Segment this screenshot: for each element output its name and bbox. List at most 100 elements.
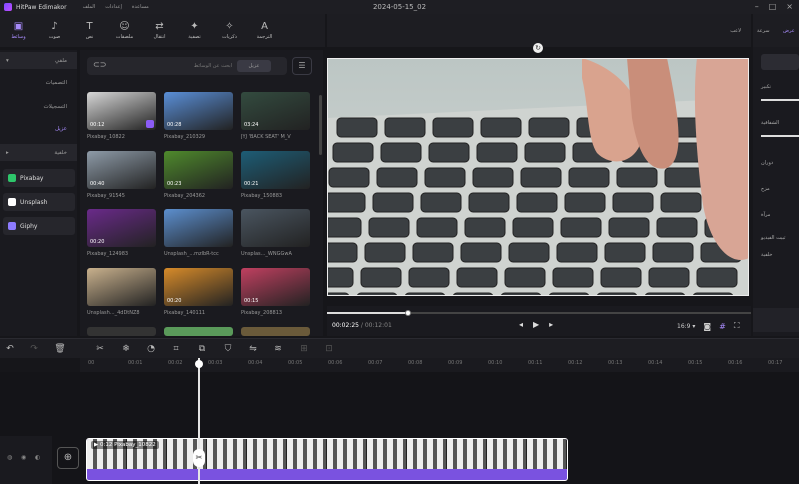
media-thumbnail[interactable]: [87, 268, 156, 306]
group-icon[interactable]: ⊞: [298, 343, 310, 355]
split-marker-icon[interactable]: ✂: [193, 449, 205, 467]
sidebar-item-3[interactable]: عزيل: [0, 120, 77, 137]
thumb-label: Unsplash..._4dDtNZ8: [87, 310, 140, 316]
search-button[interactable]: عزيل: [237, 60, 271, 72]
rotate-handle-icon[interactable]: ↻: [533, 43, 543, 53]
mask-icon[interactable]: ⛉: [222, 343, 234, 355]
toolbar-ai-subtitle[interactable]: A الترجمة: [247, 14, 282, 47]
play-icon[interactable]: ▶: [533, 320, 539, 329]
clip-frame: [407, 439, 447, 469]
media-thumbnail[interactable]: 03:24: [241, 92, 310, 130]
playhead-handle[interactable]: [195, 360, 203, 368]
clip-frame: [327, 439, 367, 469]
preset-box[interactable]: [761, 54, 799, 70]
lock-icon[interactable]: ◍: [7, 454, 12, 461]
media-thumbnail[interactable]: [87, 327, 156, 336]
menu-item-help[interactable]: مساعدة: [132, 4, 149, 10]
media-thumbnail[interactable]: [241, 209, 310, 247]
timeline-clip[interactable]: ▶ 0:12 Pixabay_10822: [86, 438, 568, 481]
crop-icon[interactable]: ⌗: [170, 343, 182, 355]
toolbar-label: تصفية: [188, 34, 201, 40]
snapshot-icon[interactable]: ◙: [703, 322, 711, 331]
adjust-icon[interactable]: ≋: [272, 343, 284, 355]
sidebar-item-0[interactable]: ▾ ملفي: [0, 52, 77, 69]
source-unsplash[interactable]: Unsplash: [3, 193, 75, 211]
media-thumbnail[interactable]: [164, 209, 233, 247]
scrollbar[interactable]: [319, 95, 322, 155]
media-thumbnail[interactable]: 00:28: [164, 92, 233, 130]
speed-icon[interactable]: ◔: [145, 343, 157, 355]
undo-icon[interactable]: ↶: [4, 343, 16, 355]
filter-button[interactable]: ☰: [292, 57, 312, 75]
added-check-icon[interactable]: [146, 120, 154, 128]
main-toolbar: ▣ وسائط ♪ صوت T نص ☺ ملصقات ⇄ انتقال ✦ تصفية ✧ ذكريات…: [0, 14, 325, 47]
toolbar-music[interactable]: ♪ صوت: [37, 14, 72, 47]
toolbar-transition[interactable]: ⇄ انتقال: [142, 14, 177, 47]
sidebar-item-1[interactable]: التصميات: [0, 74, 77, 91]
clip-label: ▶ 0:12 Pixabay_10822: [91, 441, 159, 449]
toolbar-text[interactable]: T نص: [72, 14, 107, 47]
media-thumbnail[interactable]: 00:12: [87, 92, 156, 130]
aspect-ratio-select[interactable]: 16:9 ▾: [677, 323, 695, 330]
toolbar-media[interactable]: ▣ وسائط: [0, 14, 37, 47]
export-frame-icon[interactable]: ⊡: [323, 343, 335, 355]
sidebar-item-4[interactable]: ▸ خلفية: [0, 144, 77, 161]
menu-item-file[interactable]: الملف: [83, 4, 96, 10]
media-thumbnail[interactable]: 00:20: [164, 268, 233, 306]
pixabay-logo-icon: [8, 174, 16, 182]
close-icon[interactable]: ×: [786, 2, 793, 11]
maximize-icon[interactable]: □: [769, 2, 777, 11]
crop-frame[interactable]: [327, 58, 749, 296]
media-thumbnail[interactable]: [241, 327, 310, 336]
media-thumbnail[interactable]: 00:40: [87, 151, 156, 189]
timeline-ruler[interactable]: 00 00:01 00:02 00:03 00:04 00:05 00:06 00:07 00:…: [80, 358, 799, 372]
split-icon[interactable]: ✂: [94, 343, 106, 355]
source-label: Unsplash: [20, 198, 48, 206]
search-input[interactable]: [147, 60, 232, 72]
source-giphy[interactable]: Giphy: [3, 217, 75, 235]
prev-frame-icon[interactable]: ◂: [519, 320, 523, 329]
tab-display[interactable]: عرض: [783, 28, 795, 34]
current-time: 00:02:25: [332, 322, 359, 329]
progress-knob[interactable]: [404, 310, 411, 316]
link-icon[interactable]: ⊂⊃: [93, 60, 106, 69]
visibility-icon[interactable]: ◉: [21, 454, 26, 461]
toolbar-sticker[interactable]: ☺ ملصقات: [107, 14, 142, 47]
sidebar-item-2[interactable]: التسجيلات: [0, 98, 77, 115]
thumb-label: Pixabay_10822: [87, 134, 125, 140]
cover-icon[interactable]: ⊕: [57, 447, 79, 469]
media-thumbnail[interactable]: 00:20: [87, 209, 156, 247]
next-frame-icon[interactable]: ▸: [549, 320, 553, 329]
media-thumbnail[interactable]: [164, 327, 233, 336]
media-thumbnail[interactable]: 00:15: [241, 268, 310, 306]
redo-icon[interactable]: ↷: [28, 343, 40, 355]
replace-icon[interactable]: ⧉: [196, 343, 208, 355]
ruler-tick: 00:13: [608, 360, 623, 366]
title-bar: HitPaw Edimakor الملف إعدادات مساعدة 202…: [0, 0, 799, 14]
property-slider[interactable]: [761, 99, 799, 101]
toolbar-label: صوت: [48, 34, 61, 40]
mirror-icon[interactable]: ⇋: [247, 343, 259, 355]
source-label: Pixabay: [20, 174, 44, 182]
thumb-duration: 00:20: [167, 298, 182, 304]
media-sidebar: ▾ ملفي التصميات التسجيلات عزيل ▸ خلفية Pixabay U…: [0, 50, 77, 336]
toolbar-filter[interactable]: ✦ تصفية: [177, 14, 212, 47]
minimize-icon[interactable]: –: [755, 2, 759, 11]
grid-icon[interactable]: #: [719, 322, 726, 331]
property-slider[interactable]: [761, 135, 799, 137]
delete-icon[interactable]: 🗑: [54, 343, 66, 355]
menu-item-settings[interactable]: إعدادات: [105, 4, 122, 10]
freeze-icon[interactable]: ❄: [120, 343, 132, 355]
sidebar-item-label: عزيل: [54, 125, 67, 132]
sticker-icon: ☺: [119, 21, 130, 32]
source-pixabay[interactable]: Pixabay: [3, 169, 75, 187]
tab-speed[interactable]: سرعة: [757, 28, 770, 34]
app-name: HitPaw Edimakor: [16, 3, 67, 11]
thumb-duration: 00:28: [167, 122, 182, 128]
media-thumbnail[interactable]: 00:21: [241, 151, 310, 189]
mute-icon[interactable]: ◐: [35, 454, 40, 461]
media-thumbnail[interactable]: 00:23: [164, 151, 233, 189]
video-preview[interactable]: [327, 58, 749, 296]
fullscreen-icon[interactable]: ⛶: [734, 321, 740, 331]
toolbar-effects[interactable]: ✧ ذكريات: [212, 14, 247, 47]
